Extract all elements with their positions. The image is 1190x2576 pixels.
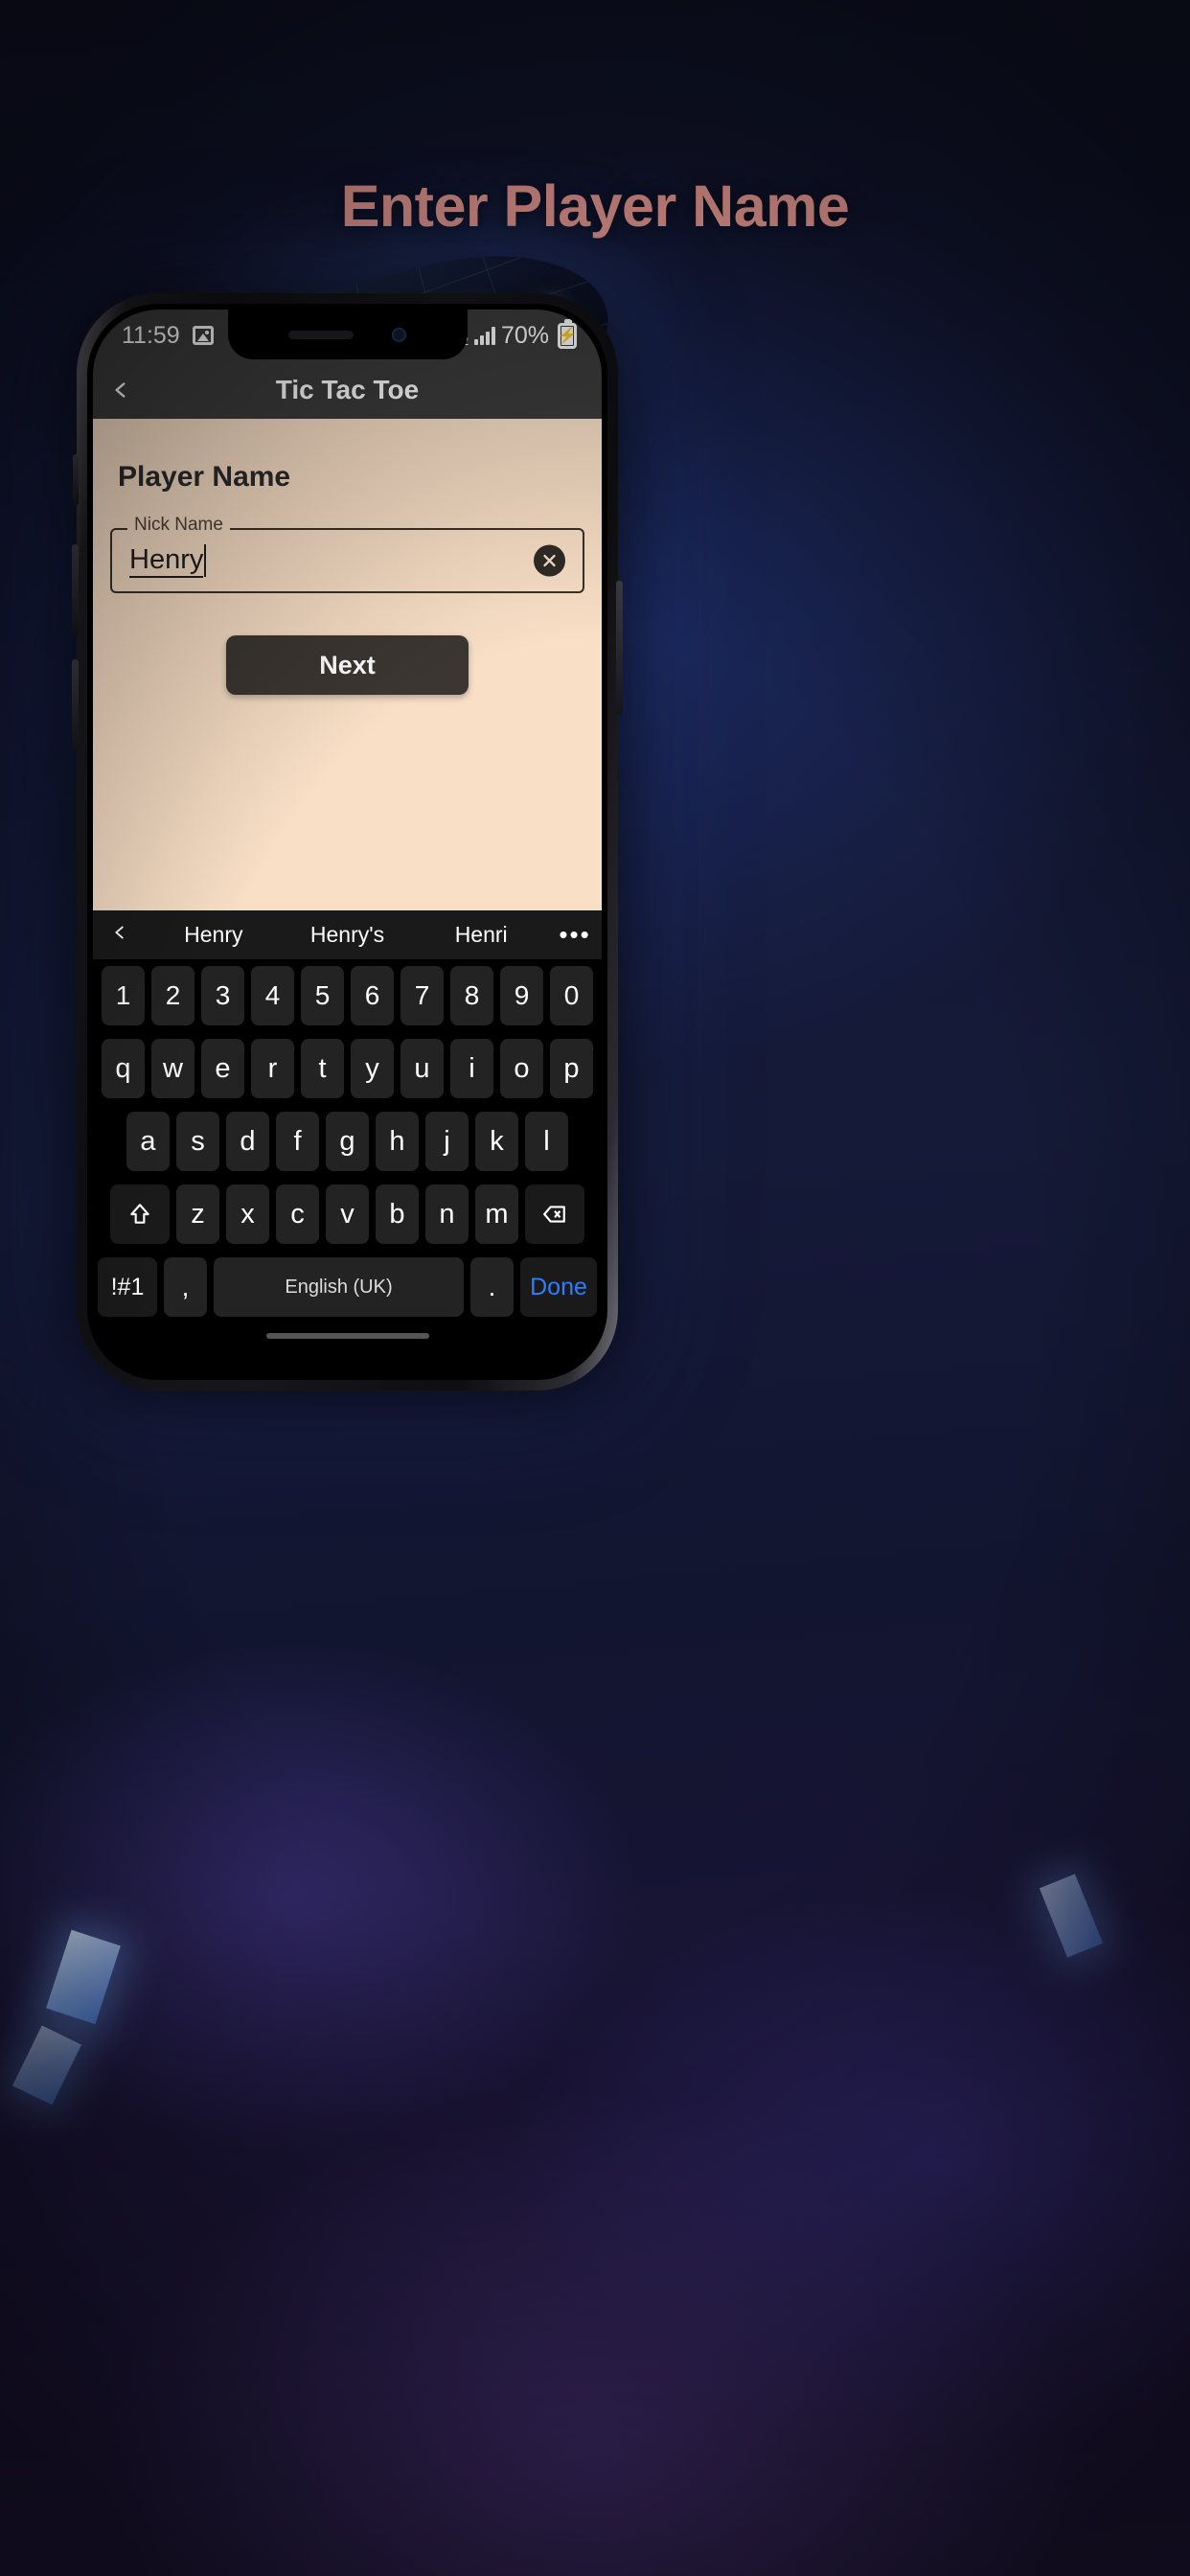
period-key[interactable]: . (470, 1257, 514, 1317)
phone-screen: 11:59 Vo)) LTE2 70% ⚡ (93, 310, 602, 1374)
nickname-input-value: Henry (129, 543, 204, 578)
key-9[interactable]: 9 (500, 966, 543, 1025)
key-i[interactable]: i (450, 1039, 493, 1098)
nickname-input[interactable]: Henry (129, 528, 207, 593)
app-bar-title: Tic Tac Toe (275, 375, 420, 404)
key-8[interactable]: 8 (450, 966, 493, 1025)
keyboard-row-home: asdfghjkl (93, 1105, 602, 1178)
clear-text-button[interactable] (534, 544, 565, 577)
key-3[interactable]: 3 (201, 966, 244, 1025)
status-bar: 11:59 Vo)) LTE2 70% ⚡ (93, 310, 602, 361)
section-heading: Player Name (118, 461, 291, 493)
keyboard-letters-bottom: zxcvbnm (176, 1184, 518, 1244)
key-m[interactable]: m (475, 1184, 518, 1244)
signal-bars-sim2-icon (473, 326, 495, 345)
comma-key[interactable]: , (164, 1257, 207, 1317)
on-screen-keyboard: Henry Henry's Henri ••• 1234567890 qwert… (93, 910, 602, 1348)
key-7[interactable]: 7 (400, 966, 444, 1025)
keyboard-row-function: !#1 , English (UK) . Done (93, 1251, 602, 1323)
key-u[interactable]: u (400, 1039, 444, 1098)
home-indicator (93, 1323, 602, 1348)
key-5[interactable]: 5 (301, 966, 344, 1025)
key-a[interactable]: a (126, 1112, 170, 1171)
key-k[interactable]: k (475, 1112, 518, 1171)
key-4[interactable]: 4 (251, 966, 294, 1025)
key-x[interactable]: x (226, 1184, 269, 1244)
phone-volume-down-button (72, 659, 79, 751)
suggestion-item-1[interactable]: Henry (147, 922, 281, 948)
suggestion-more-button[interactable]: ••• (548, 920, 602, 950)
battery-percent: 70% (500, 321, 549, 349)
chevron-left-icon (115, 926, 124, 939)
key-f[interactable]: f (276, 1112, 319, 1171)
close-circle-icon (543, 554, 556, 567)
key-d[interactable]: d (226, 1112, 269, 1171)
phone-mute-switch (73, 454, 79, 506)
next-button[interactable]: Next (226, 635, 469, 695)
key-z[interactable]: z (176, 1184, 219, 1244)
key-s[interactable]: s (176, 1112, 219, 1171)
backspace-icon (543, 1206, 565, 1223)
key-w[interactable]: w (151, 1039, 195, 1098)
key-e[interactable]: e (201, 1039, 244, 1098)
front-camera (392, 327, 406, 342)
suggestion-bar: Henry Henry's Henri ••• (93, 910, 602, 959)
key-n[interactable]: n (425, 1184, 469, 1244)
phone-volume-up-button (72, 544, 79, 636)
shift-key[interactable] (110, 1184, 170, 1244)
page-title: Enter Player Name (340, 173, 850, 239)
key-b[interactable]: b (376, 1184, 419, 1244)
keyboard-row-top: qwertyuiop (93, 1032, 602, 1105)
key-1[interactable]: 1 (102, 966, 145, 1025)
key-p[interactable]: p (550, 1039, 593, 1098)
key-6[interactable]: 6 (351, 966, 394, 1025)
key-v[interactable]: v (326, 1184, 369, 1244)
chevron-left-icon (115, 382, 126, 398)
notch (227, 310, 468, 359)
app-content: Player Name Nick Name Henry Next (93, 419, 602, 910)
suggestion-item-3[interactable]: Henri (414, 922, 548, 948)
symbols-key[interactable]: !#1 (98, 1257, 157, 1317)
text-caret (204, 544, 207, 577)
suggestion-back-button[interactable] (93, 920, 147, 950)
image-icon (192, 326, 214, 345)
key-o[interactable]: o (500, 1039, 543, 1098)
shift-up-icon (130, 1204, 149, 1224)
key-q[interactable]: q (102, 1039, 145, 1098)
done-key[interactable]: Done (520, 1257, 597, 1317)
key-l[interactable]: l (525, 1112, 568, 1171)
key-y[interactable]: y (351, 1039, 394, 1098)
key-r[interactable]: r (251, 1039, 294, 1098)
key-j[interactable]: j (425, 1112, 469, 1171)
key-g[interactable]: g (326, 1112, 369, 1171)
status-time: 11:59 (122, 321, 180, 349)
space-key[interactable]: English (UK) (214, 1257, 464, 1317)
keyboard-row-numbers: 1234567890 (93, 959, 602, 1032)
nickname-field-container[interactable]: Nick Name Henry (110, 515, 584, 593)
phone-device-frame: 11:59 Vo)) LTE2 70% ⚡ (72, 293, 623, 1391)
key-h[interactable]: h (376, 1112, 419, 1171)
back-button[interactable] (93, 378, 149, 402)
key-0[interactable]: 0 (550, 966, 593, 1025)
earpiece-speaker (288, 330, 354, 339)
key-t[interactable]: t (301, 1039, 344, 1098)
backspace-key[interactable] (525, 1184, 584, 1244)
key-2[interactable]: 2 (151, 966, 195, 1025)
battery-charging-icon: ⚡ (558, 318, 577, 349)
phone-power-button (616, 581, 623, 715)
app-bar: Tic Tac Toe (93, 361, 602, 419)
key-c[interactable]: c (276, 1184, 319, 1244)
keyboard-row-bottom: zxcvbnm (93, 1178, 602, 1251)
suggestion-item-2[interactable]: Henry's (281, 922, 415, 948)
